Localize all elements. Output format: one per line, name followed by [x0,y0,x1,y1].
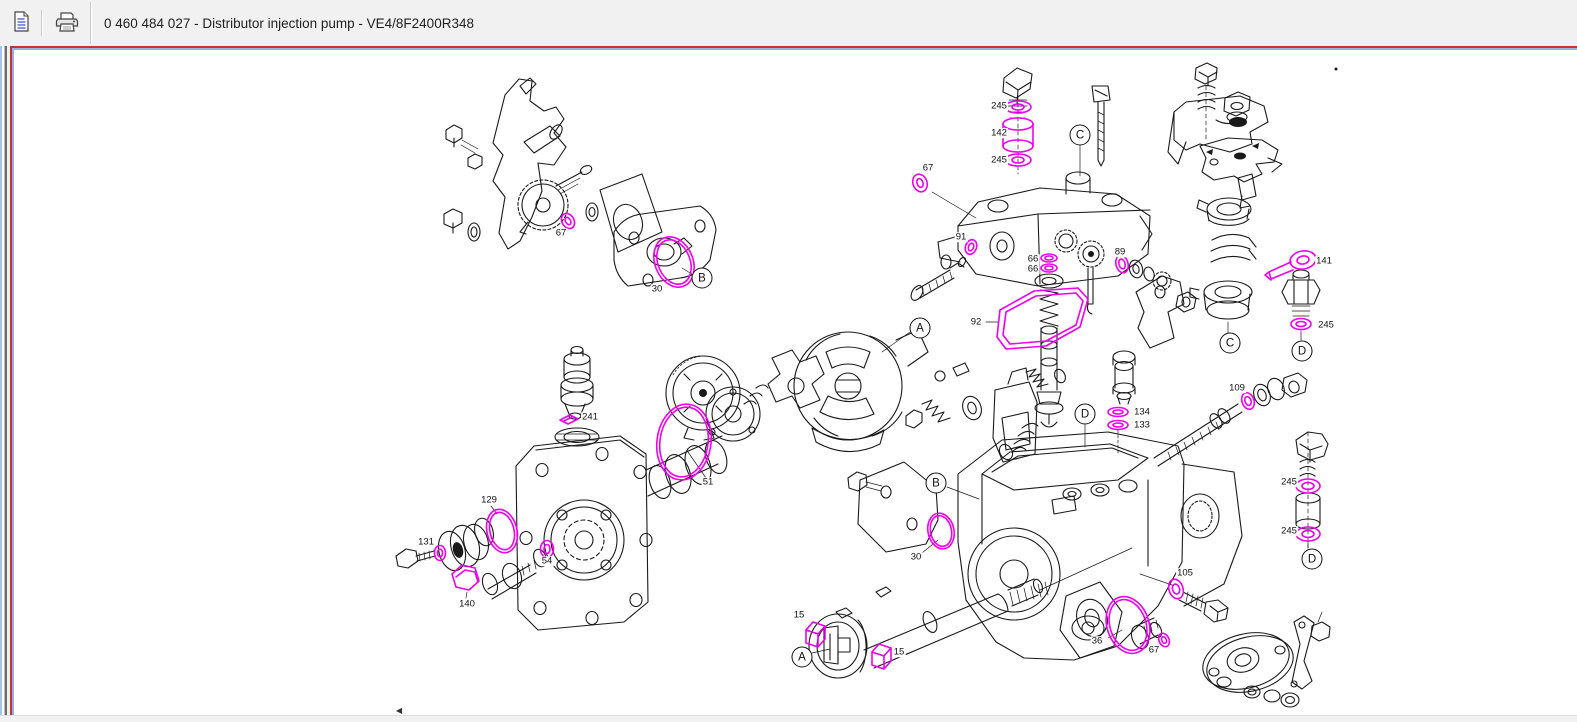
part-callout-67[interactable]: 67 [1148,645,1161,655]
part-callout-134[interactable]: 134 [1133,407,1151,417]
toolbar-separator [41,10,43,36]
part-callout-245[interactable]: 245 [990,101,1008,111]
callout-layer: 2451422456791666689921412451091341336730… [0,0,1577,722]
scroll-left-arrow-icon[interactable]: ◀ [396,707,402,715]
part-callout-30[interactable]: 30 [910,552,923,562]
bottom-strip [0,715,1577,722]
part-callout-245[interactable]: 245 [1280,477,1298,487]
part-callout-89[interactable]: 89 [1114,247,1127,257]
section-ref-B[interactable]: B [692,268,713,289]
section-ref-A[interactable]: A [792,647,813,668]
part-callout-66[interactable]: 66 [1027,264,1040,274]
part-callout-109[interactable]: 109 [1228,383,1246,393]
section-ref-C[interactable]: C [1070,125,1091,146]
part-callout-131[interactable]: 131 [417,537,435,547]
printer-icon [55,11,79,36]
part-callout-51[interactable]: 51 [702,477,715,487]
part-callout-245[interactable]: 245 [990,155,1008,165]
part-callout-245[interactable]: 245 [1317,320,1335,330]
part-callout-105[interactable]: 105 [1176,568,1194,578]
window-edge [7,46,10,722]
document-title: 0 460 484 027 - Distributor injection pu… [104,16,474,31]
print-button[interactable] [50,4,84,42]
part-callout-141[interactable]: 141 [1315,256,1333,266]
section-ref-D[interactable]: D [1302,549,1323,570]
section-ref-B[interactable]: B [926,473,947,494]
document-button[interactable] [4,4,38,42]
section-ref-A[interactable]: A [910,318,931,339]
section-ref-D[interactable]: D [1292,341,1313,362]
part-callout-133[interactable]: 133 [1133,420,1151,430]
part-callout-15[interactable]: 15 [893,647,906,657]
part-callout-15[interactable]: 15 [793,610,806,620]
part-callout-36[interactable]: 36 [1091,636,1104,646]
part-callout-129[interactable]: 129 [480,495,498,505]
part-callout-241[interactable]: 241 [581,412,599,422]
part-callout-67[interactable]: 67 [555,228,568,238]
section-ref-D[interactable]: D [1075,404,1096,425]
document-icon [11,11,31,36]
part-callout-30[interactable]: 30 [651,284,664,294]
toolbar: 0 460 484 027 - Distributor injection pu… [0,0,1577,46]
part-callout-54[interactable]: 54 [541,556,554,566]
section-ref-C[interactable]: C [1220,333,1241,354]
part-callout-67[interactable]: 67 [922,163,935,173]
part-callout-91[interactable]: 91 [955,232,968,242]
part-callout-92[interactable]: 92 [970,317,983,327]
part-callout-140[interactable]: 140 [458,599,476,609]
part-callout-142[interactable]: 142 [990,128,1008,138]
toolbar-separator [90,2,92,44]
part-callout-245[interactable]: 245 [1280,526,1298,536]
